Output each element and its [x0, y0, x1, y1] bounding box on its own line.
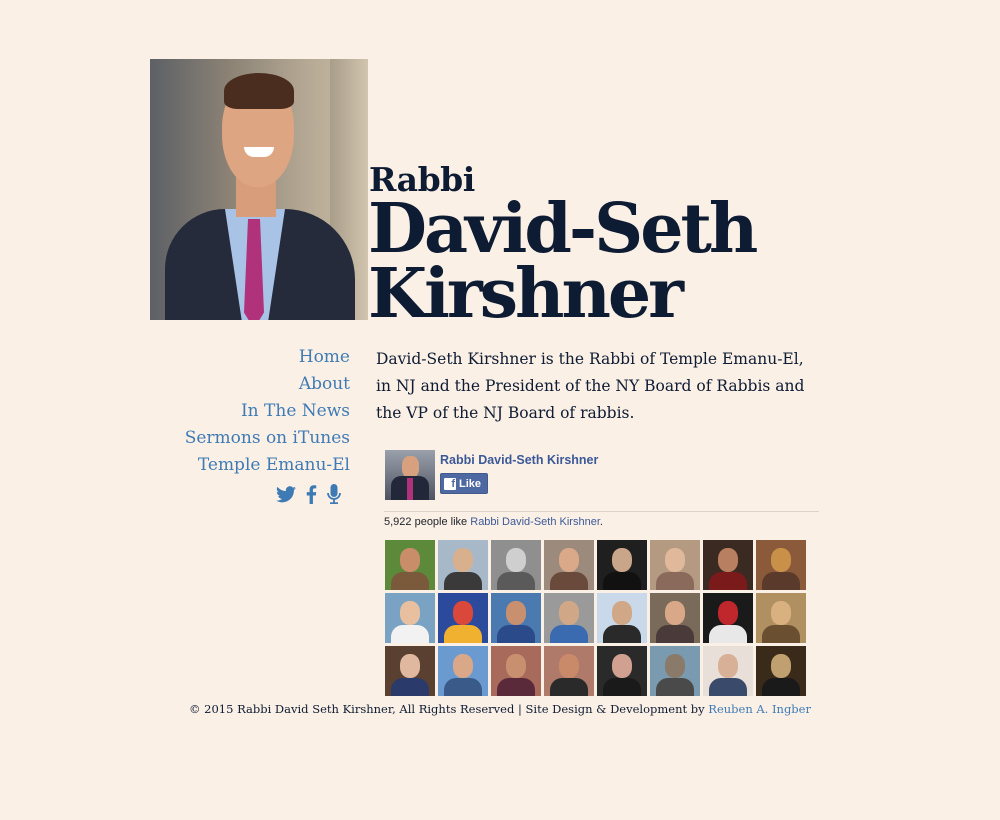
nav-sermons-itunes[interactable]: Sermons on iTunes: [150, 425, 350, 452]
facebook-f-icon: f: [444, 477, 456, 490]
fb-fan-avatar[interactable]: [650, 593, 700, 643]
fb-fan-avatar[interactable]: [756, 646, 806, 696]
fb-fan-avatar[interactable]: [650, 646, 700, 696]
fb-fan-avatar[interactable]: [544, 540, 594, 590]
portrait-photo: [150, 59, 368, 320]
fb-like-count: 5,922 people like Rabbi David-Seth Kirsh…: [384, 516, 603, 528]
fb-fan-avatar[interactable]: [597, 593, 647, 643]
bio-text: David-Seth Kirshner is the Rabbi of Temp…: [376, 350, 805, 422]
main-nav: Home About In The News Sermons on iTunes…: [150, 344, 350, 479]
twitter-icon[interactable]: [276, 485, 296, 503]
fb-count-text: 5,922 people like: [384, 516, 468, 528]
fb-fan-avatar[interactable]: [756, 540, 806, 590]
fb-fan-faces: [385, 540, 806, 696]
fb-fan-avatar[interactable]: [597, 646, 647, 696]
facebook-icon[interactable]: [306, 484, 317, 504]
fb-page-avatar[interactable]: [385, 450, 435, 500]
microphone-icon[interactable]: [327, 484, 341, 504]
social-links: [276, 484, 341, 504]
fb-fan-avatar[interactable]: [544, 646, 594, 696]
nav-in-the-news[interactable]: In The News: [150, 398, 350, 425]
fb-fan-avatar[interactable]: [703, 593, 753, 643]
fb-fan-avatar[interactable]: [491, 646, 541, 696]
nav-about[interactable]: About: [150, 371, 350, 398]
fb-like-label: Like: [459, 477, 482, 490]
fb-fan-avatar[interactable]: [385, 540, 435, 590]
fb-fan-avatar[interactable]: [756, 593, 806, 643]
fb-fan-avatar[interactable]: [438, 593, 488, 643]
name-last: Kirshner: [368, 254, 684, 334]
fb-widget-header: Rabbi David-Seth Kirshner f Like: [384, 449, 819, 512]
fb-fan-avatar[interactable]: [491, 593, 541, 643]
fb-fan-avatar[interactable]: [597, 540, 647, 590]
fb-fan-avatar[interactable]: [650, 540, 700, 590]
fb-count-page-link[interactable]: Rabbi David-Seth Kirshner: [470, 516, 600, 528]
fb-fan-avatar[interactable]: [703, 646, 753, 696]
nav-home[interactable]: Home: [150, 344, 350, 371]
fb-fan-avatar[interactable]: [438, 540, 488, 590]
fb-fan-avatar[interactable]: [385, 593, 435, 643]
footer-copyright: © 2015 Rabbi David Seth Kirshner, All Ri…: [189, 702, 705, 716]
fb-like-button[interactable]: f Like: [440, 473, 489, 494]
nav-temple-emanu-el[interactable]: Temple Emanu-El: [150, 452, 350, 479]
fb-fan-avatar[interactable]: [703, 540, 753, 590]
name-first: David-Seth: [368, 189, 758, 269]
fb-fan-avatar[interactable]: [544, 593, 594, 643]
footer-designer-link[interactable]: Reuben A. Ingber: [708, 702, 811, 716]
fb-count-suffix: .: [599, 516, 603, 528]
facebook-page-widget: Rabbi David-Seth Kirshner f Like 5,922 p…: [384, 449, 819, 697]
fb-fan-avatar[interactable]: [438, 646, 488, 696]
footer: © 2015 Rabbi David Seth Kirshner, All Ri…: [0, 702, 1000, 716]
fb-page-name[interactable]: Rabbi David-Seth Kirshner: [440, 453, 598, 467]
fb-fan-avatar[interactable]: [491, 540, 541, 590]
fb-fan-avatar[interactable]: [385, 646, 435, 696]
